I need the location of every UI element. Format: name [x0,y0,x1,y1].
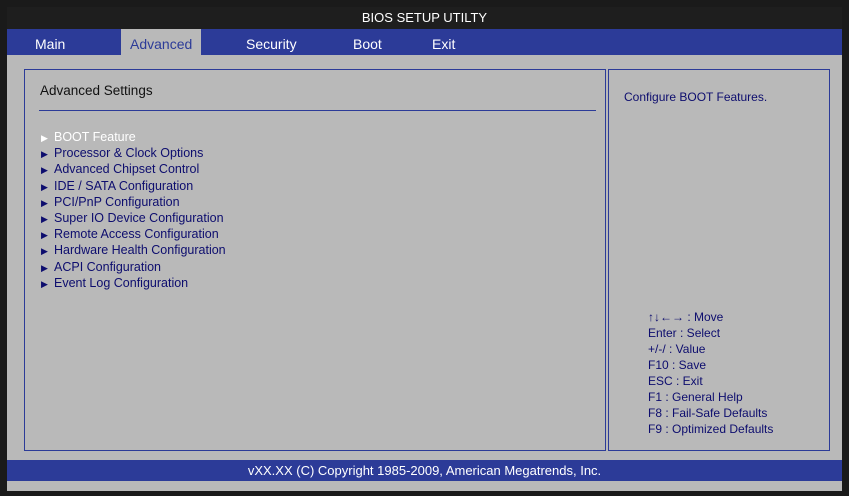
submenu-arrow-icon: ▶ [41,213,48,224]
menu-item-super-io[interactable]: ▶ Super IO Device Configuration [41,210,226,226]
tab-security[interactable]: Security [246,29,297,55]
tab-exit[interactable]: Exit [432,29,455,55]
menu-item-ide-sata[interactable]: ▶ IDE / SATA Configuration [41,178,226,194]
tab-main[interactable]: Main [35,29,65,55]
key-hint-move: ↑↓←→ : Move [648,310,724,324]
menu-item-pci-pnp[interactable]: ▶ PCI/PnP Configuration [41,194,226,210]
key-hint-optimized: F9 : Optimized Defaults [648,422,774,436]
tab-boot[interactable]: Boot [353,29,382,55]
key-hint-fail-safe: F8 : Fail-Safe Defaults [648,406,768,420]
submenu-arrow-icon: ▶ [41,246,48,257]
menu-item-label: ACPI Configuration [54,259,162,274]
menu-item-label: Remote Access Configuration [54,227,219,242]
help-description: Configure BOOT Features. [624,90,768,104]
menu-item-boot-feature[interactable]: ▶ BOOT Feature [41,129,226,145]
key-hint-exit: ESC : Exit [648,374,703,388]
menu-item-event-log[interactable]: ▶ Event Log Configuration [41,275,226,291]
submenu-arrow-icon: ▶ [41,165,48,176]
menu-item-label: BOOT Feature [54,130,136,144]
submenu-arrow-icon: ▶ [41,181,48,192]
menu-item-label: IDE / SATA Configuration [54,178,194,193]
tab-advanced[interactable]: Advanced [121,29,202,55]
submenu-arrow-icon: ▶ [41,133,48,143]
key-hint-select: Enter : Select [648,326,721,340]
settings-panel: Advanced Settings ▶ BOOT Feature ▶ Process… [24,69,606,451]
menu-item-label: PCI/PnP Configuration [54,194,180,209]
menu-item-label: Super IO Device Configuration [54,210,224,225]
section-divider [39,110,596,111]
submenu-arrow-icon: ▶ [41,278,48,289]
menu-item-hardware-health[interactable]: ▶ Hardware Health Configuration [41,242,226,258]
copyright-footer: vXX.XX (C) Copyright 1985-2009, American… [7,460,842,481]
menu-item-chipset-control[interactable]: ▶ Advanced Chipset Control [41,161,226,177]
key-legend: ↑↓←→ : Move Enter : Select +/-/ : Value … [648,309,773,437]
key-hint-save: F10 : Save [648,358,707,372]
menu-item-label: Processor & Clock Options [54,146,204,161]
settings-menu: ▶ BOOT Feature ▶ Processor & Clock Options… [41,129,226,291]
menu-item-label: Event Log Configuration [54,275,189,290]
submenu-arrow-icon: ▶ [41,149,48,160]
menu-item-processor-clock[interactable]: ▶ Processor & Clock Options [41,145,226,161]
menu-bar: Main Advanced Security Boot Exit [7,29,842,55]
submenu-arrow-icon: ▶ [41,197,48,208]
key-hint-value: +/-/ : Value [648,342,706,356]
key-hint-general-help: F1 : General Help [648,390,743,404]
section-title: Advanced Settings [40,83,153,98]
bios-window: BIOS SETUP UTILTY Main Advanced Security… [7,7,842,491]
menu-item-acpi[interactable]: ▶ ACPI Configuration [41,259,226,275]
submenu-arrow-icon: ▶ [41,230,48,241]
menu-item-remote-access[interactable]: ▶ Remote Access Configuration [41,226,226,242]
menu-item-label: Hardware Health Configuration [54,243,226,258]
menu-item-label: Advanced Chipset Control [54,162,200,177]
bios-title: BIOS SETUP UTILTY [7,7,842,29]
help-panel: Configure BOOT Features. ↑↓←→ : Move Ent… [608,69,830,451]
submenu-arrow-icon: ▶ [41,262,48,273]
